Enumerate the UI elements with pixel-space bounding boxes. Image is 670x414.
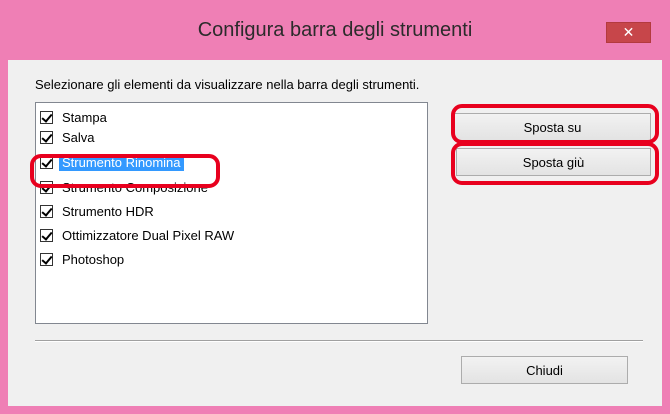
divider xyxy=(35,340,643,342)
title-bar[interactable]: Configura barra degli strumenti ✕ xyxy=(0,0,670,60)
move-up-button[interactable]: Sposta su xyxy=(454,113,651,141)
list-item[interactable]: Strumento HDR xyxy=(40,201,157,221)
list-item-selected[interactable]: Strumento Rinomina xyxy=(40,152,184,172)
list-item[interactable]: Stampa xyxy=(40,107,110,127)
list-item[interactable]: Salva xyxy=(40,127,98,147)
item-checkbox[interactable] xyxy=(40,180,53,194)
dialog-window: Configura barra degli strumenti ✕ Selezi… xyxy=(0,0,670,414)
item-checkbox[interactable] xyxy=(40,228,53,242)
instruction-text: Selezionare gli elementi da visualizzare… xyxy=(35,77,420,92)
item-label: Strumento HDR xyxy=(62,203,154,219)
item-checkbox[interactable] xyxy=(40,110,53,124)
close-icon: ✕ xyxy=(622,24,635,41)
toolbar-items-list[interactable]: Stampa Salva Strumento Rinomina Strument… xyxy=(35,102,428,324)
item-label: Ottimizzatore Dual Pixel RAW xyxy=(62,227,235,243)
item-label: Salva xyxy=(62,129,95,145)
item-checkbox[interactable] xyxy=(40,252,53,266)
item-checkbox[interactable] xyxy=(40,130,53,144)
list-item[interactable]: Ottimizzatore Dual Pixel RAW xyxy=(40,225,237,245)
item-label: Strumento Rinomina xyxy=(59,153,184,171)
dialog-body: Selezionare gli elementi da visualizzare… xyxy=(8,60,662,406)
item-label: Photoshop xyxy=(62,251,125,267)
item-label: Strumento Composizione xyxy=(62,179,208,195)
item-checkbox[interactable] xyxy=(40,204,53,218)
window-title: Configura barra degli strumenti xyxy=(197,19,473,41)
move-down-button[interactable]: Sposta giù xyxy=(456,148,651,176)
list-item[interactable]: Strumento Composizione xyxy=(40,177,211,197)
close-button[interactable]: Chiudi xyxy=(461,356,628,384)
list-item[interactable]: Photoshop xyxy=(40,249,127,269)
window-close-button[interactable]: ✕ xyxy=(606,22,651,43)
item-label: Stampa xyxy=(62,109,107,125)
item-checkbox[interactable] xyxy=(40,155,53,169)
